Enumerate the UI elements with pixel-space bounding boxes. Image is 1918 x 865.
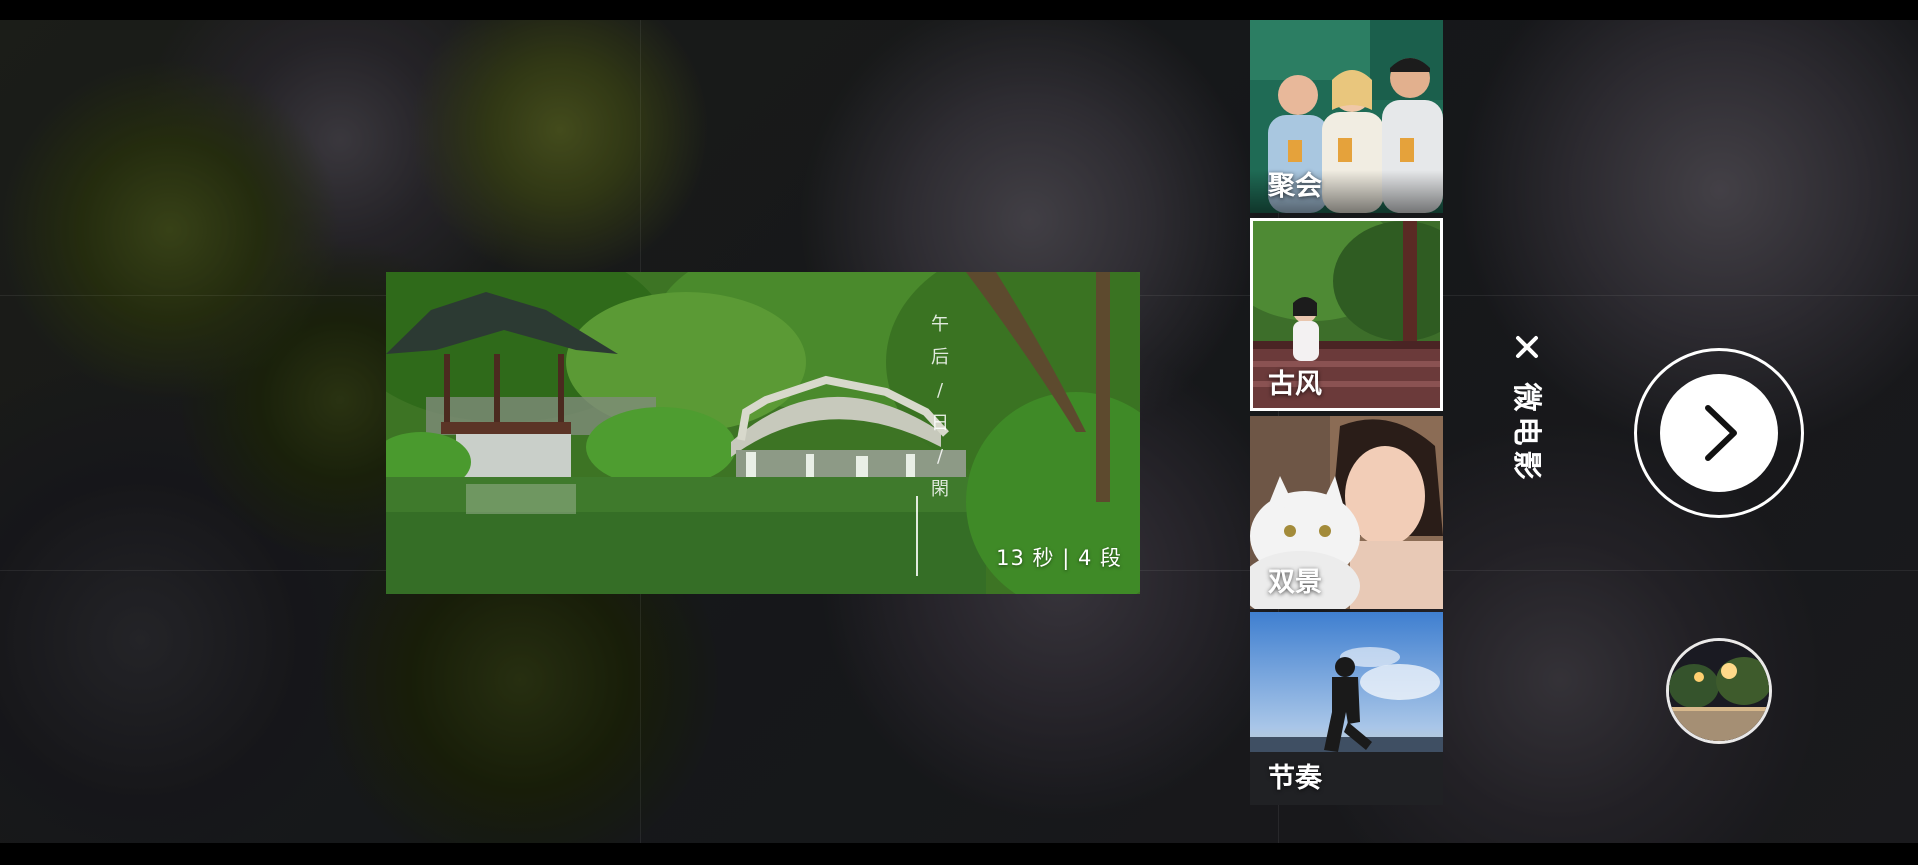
gallery-thumbnail-image	[1669, 641, 1769, 741]
template-item-rhythm[interactable]: 节奏	[1250, 612, 1443, 805]
template-label: 节奏	[1268, 763, 1322, 794]
chevron-right-icon	[1705, 405, 1737, 461]
micro-movie-mode-label: 微 电 影	[1510, 380, 1544, 482]
mode-label-text: 电	[1510, 416, 1544, 446]
template-preview-video[interactable]: 午 后 / 日 / 閑 13 秒 | 4 段	[386, 272, 1140, 594]
poem-char: 日	[931, 413, 949, 434]
mode-label-text: 影	[1510, 450, 1544, 480]
close-icon[interactable]	[1512, 332, 1542, 362]
poem-char: 閑	[931, 479, 949, 500]
template-list: 聚会 古风 双景 节奏	[1250, 20, 1443, 805]
next-button[interactable]	[1634, 348, 1804, 518]
preview-divider	[916, 496, 918, 576]
preview-duration-segments: 13 秒 | 4 段	[996, 546, 1122, 570]
poem-char: 后	[931, 347, 949, 368]
template-item-ancient-style[interactable]: 古风	[1250, 218, 1443, 411]
template-label: 聚会	[1268, 171, 1322, 202]
poem-char: /	[936, 380, 944, 401]
template-item-party[interactable]: 聚会	[1250, 20, 1443, 213]
preview-poem-text: 午 后 / 日 / 閑	[931, 308, 949, 506]
template-label: 古风	[1268, 369, 1322, 400]
template-item-dual-view[interactable]: 双景	[1250, 416, 1443, 609]
gallery-thumbnail-button[interactable]	[1666, 638, 1772, 744]
template-label: 双景	[1268, 567, 1322, 598]
poem-char: /	[936, 446, 944, 467]
next-button-inner	[1660, 374, 1778, 492]
camera-screen: 午 后 / 日 / 閑 13 秒 | 4 段 聚会 古风 双景 节奏 微 电 影	[0, 0, 1918, 865]
mode-label-text: 微	[1510, 382, 1544, 412]
poem-char: 午	[931, 314, 949, 335]
